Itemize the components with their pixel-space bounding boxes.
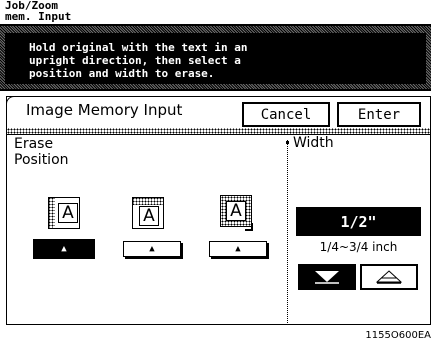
figure-code: 1155O600EA: [365, 330, 431, 341]
banner-bottom-line: [0, 89, 431, 91]
width-value-display: 1/2": [296, 207, 421, 236]
enter-button[interactable]: Enter: [337, 102, 421, 127]
panel-corner: [6, 96, 21, 105]
up-triangle-icon: ▲: [61, 244, 67, 254]
erase-position-label: Erase Position: [14, 136, 69, 168]
erase-left-edge-button[interactable]: ▲: [33, 239, 95, 259]
erase-left-edge-icon: A: [48, 197, 80, 229]
panel-title: Image Memory Input: [26, 101, 183, 119]
up-triangle-icon: ▲: [235, 244, 241, 254]
width-decrease-button[interactable]: [298, 264, 356, 290]
screen-title: Job/Zoom mem. Input: [5, 0, 72, 23]
width-range-text: 1/4~3/4 inch: [319, 240, 398, 254]
section-divider: [287, 140, 288, 325]
up-triangle-icon: [376, 270, 402, 284]
width-label: Width: [293, 135, 334, 151]
erase-top-edge-icon: A: [132, 197, 164, 229]
panel-header-line: [7, 134, 430, 135]
divider-dot: [286, 141, 289, 144]
erase-frame-button[interactable]: ▲: [209, 241, 267, 257]
erase-frame-icon: A: [220, 195, 253, 231]
down-triangle-icon: [315, 271, 339, 284]
width-increase-button[interactable]: [360, 264, 418, 290]
instruction-text: Hold original with the text in an uprigh…: [29, 41, 248, 80]
erase-top-edge-button[interactable]: ▲: [123, 241, 181, 257]
up-triangle-icon: ▲: [149, 244, 155, 254]
cancel-button[interactable]: Cancel: [242, 102, 330, 127]
